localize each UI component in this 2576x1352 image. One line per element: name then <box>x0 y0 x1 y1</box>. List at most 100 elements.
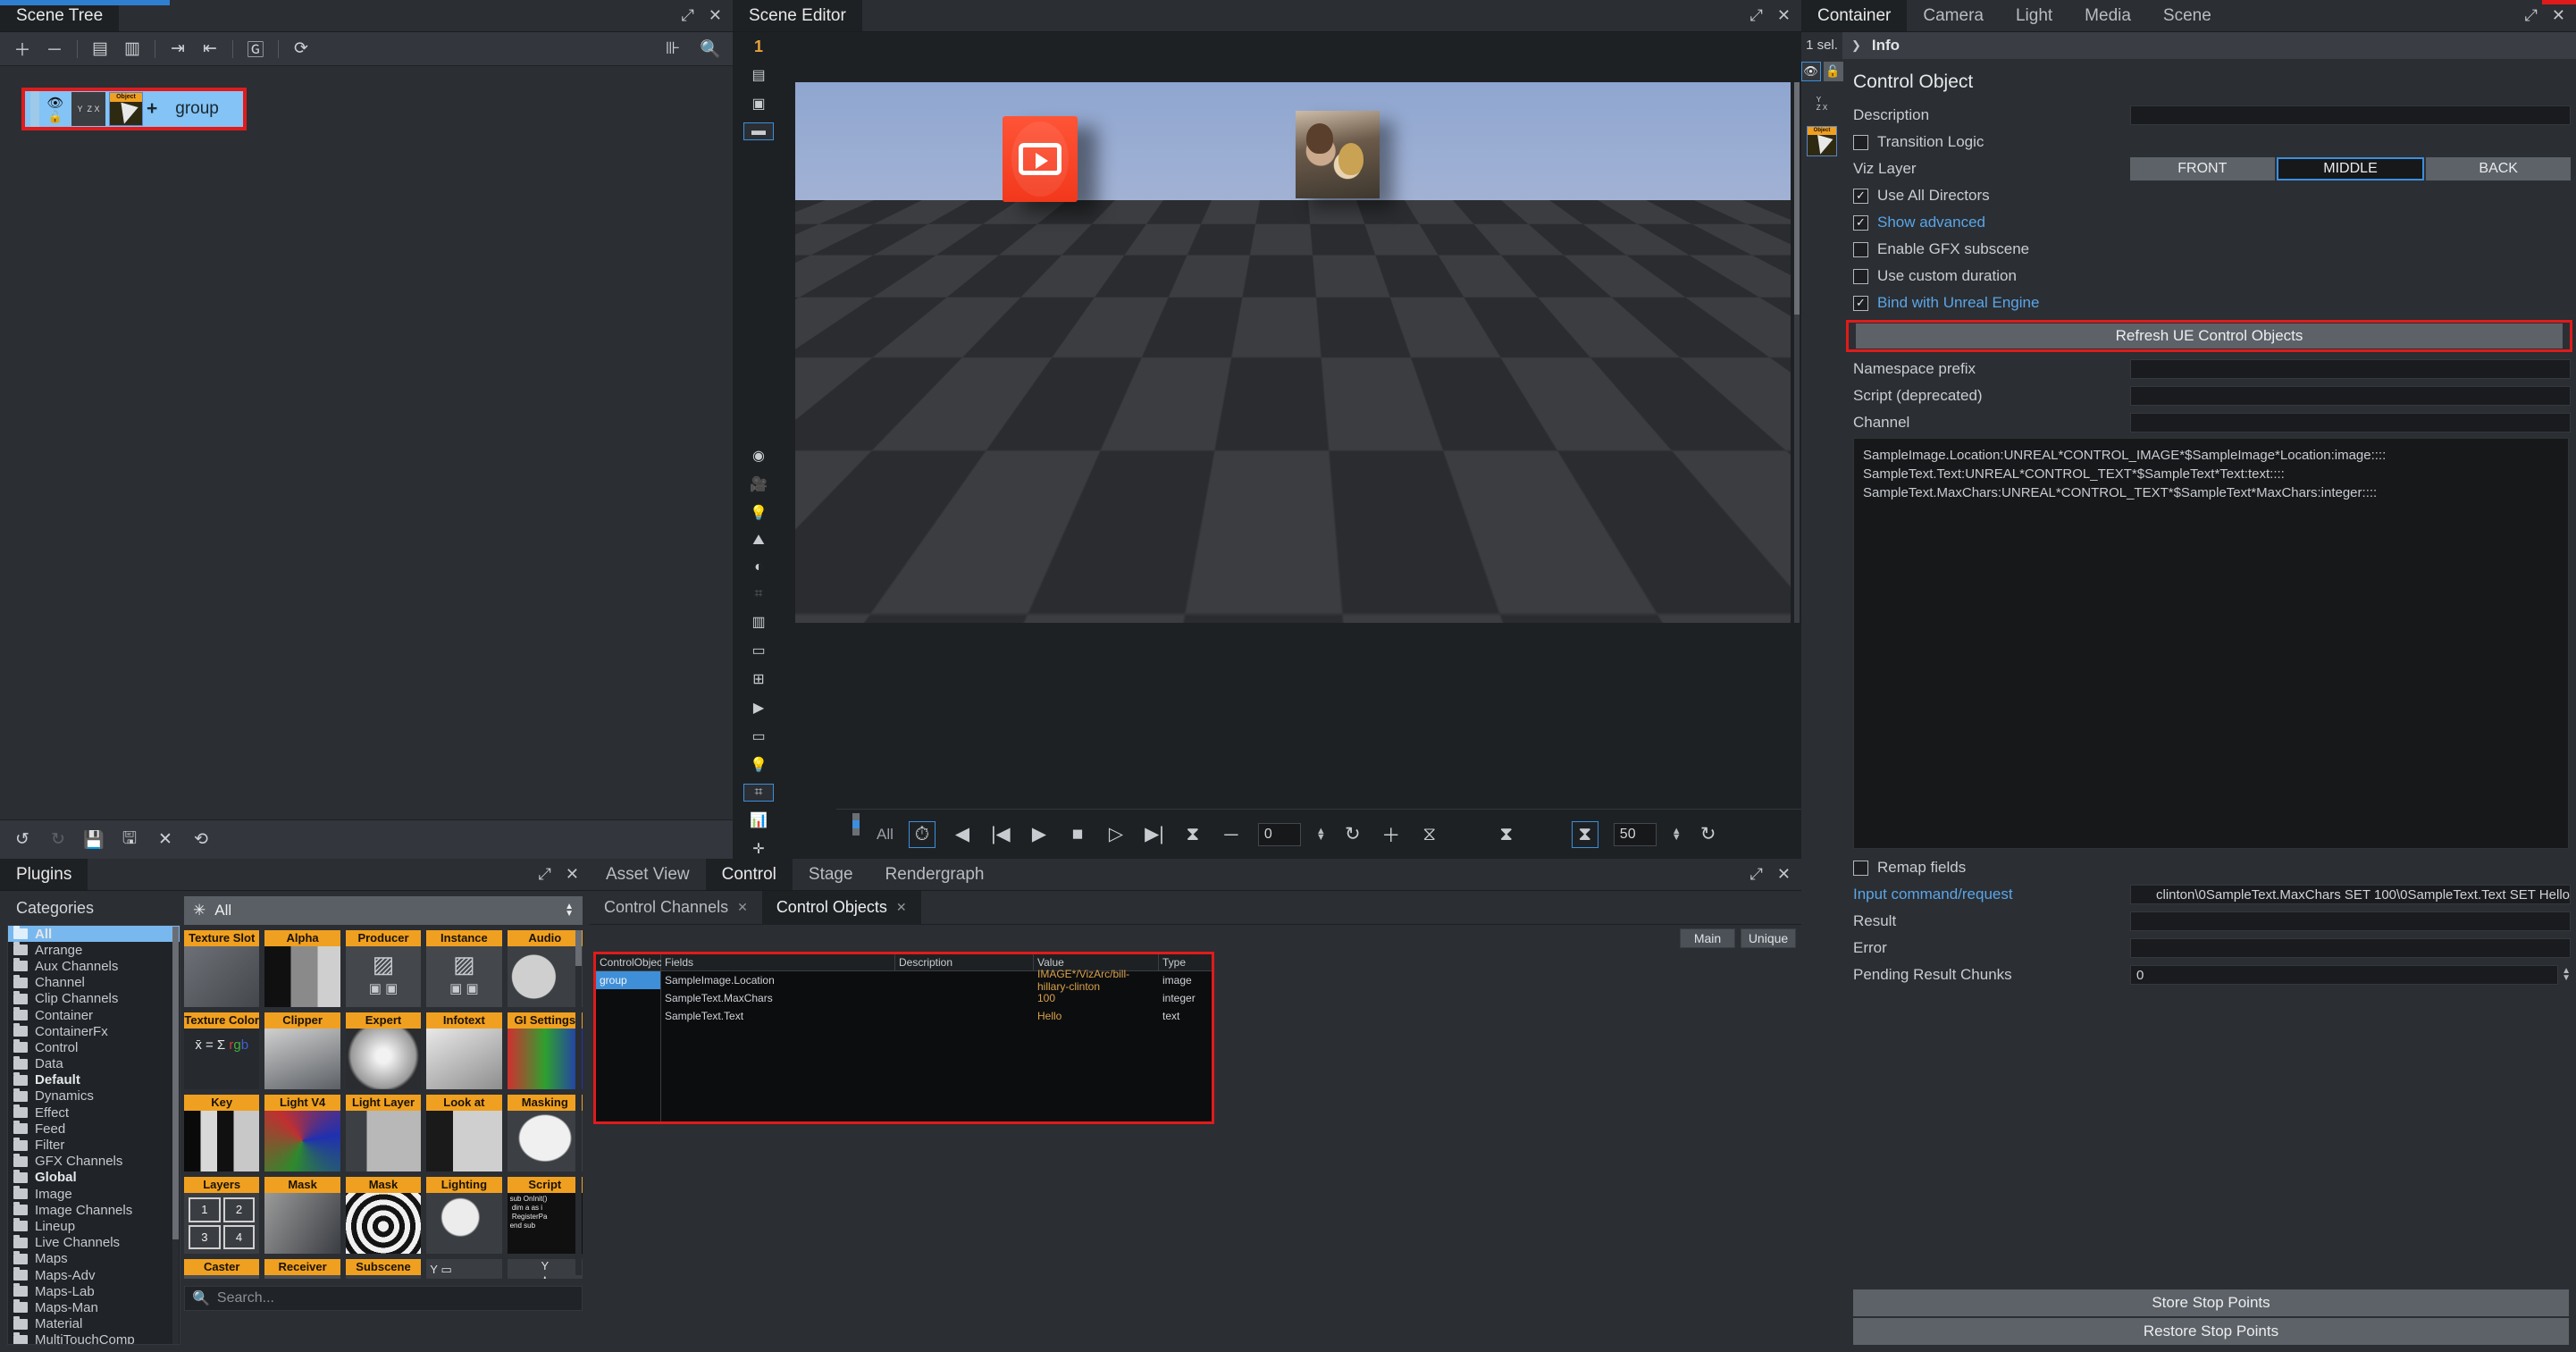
maximize-icon[interactable]: ⤢ <box>1750 865 1763 884</box>
tree-expand-icon[interactable]: + <box>147 98 157 120</box>
error-input[interactable] <box>2130 938 2571 958</box>
category-item[interactable]: Clip Channels <box>8 990 180 1007</box>
plugin-search-row[interactable]: 🔍 Search... <box>184 1286 583 1311</box>
viz-layer-back[interactable]: BACK <box>2426 157 2572 181</box>
redo-icon[interactable]: ↻ <box>48 830 68 850</box>
script-input[interactable] <box>2130 386 2571 406</box>
table-row[interactable]: SampleImage.Location IMAGE*/VizArc/bill-h… <box>661 968 1212 993</box>
close-icon[interactable]: ✕ <box>155 830 175 850</box>
category-item[interactable]: Image <box>8 1186 180 1202</box>
category-item[interactable]: Maps-Man <box>8 1299 180 1315</box>
plugin-tile[interactable]: Light V4 <box>264 1095 340 1171</box>
field-icon[interactable]: ▭ <box>743 641 774 660</box>
namespace-prefix-input[interactable] <box>2130 359 2571 379</box>
dropdown-icon[interactable]: ▬ <box>743 122 774 140</box>
enable-gfx-subscene-checkbox[interactable] <box>1853 241 1868 257</box>
category-item[interactable]: Lineup <box>8 1218 180 1234</box>
transition-logic-row[interactable]: Transition Logic <box>1842 129 2576 155</box>
focus-icon[interactable]: ◉ <box>743 446 774 466</box>
plugin-tile[interactable]: Caster <box>184 1259 260 1279</box>
plugin-tile[interactable]: Lighting <box>426 1177 502 1254</box>
category-item[interactable]: Channel <box>8 974 180 991</box>
plugin-tile[interactable]: Script sub OnInit() dim a as i RegisterPa… <box>507 1177 583 1254</box>
step-back-icon[interactable]: |◀ <box>989 823 1012 846</box>
step-forward-icon[interactable]: ▷ <box>1104 823 1128 846</box>
table-row[interactable]: SampleText.MaxChars 100 integer <box>661 989 1212 1007</box>
plugin-tile[interactable]: Instance ▨ ▣ ▣ <box>426 930 502 1007</box>
category-item[interactable]: Aux Channels <box>8 958 180 974</box>
close-icon[interactable]: ✕ <box>709 6 722 25</box>
category-item[interactable]: Arrange <box>8 942 180 958</box>
bind-unreal-engine-row[interactable]: ✓ Bind with Unreal Engine <box>1842 290 2576 316</box>
category-item[interactable]: Maps-Lab <box>8 1283 180 1299</box>
loop2-icon[interactable]: ↻ <box>1697 823 1720 846</box>
plugin-categories-list[interactable]: All Arrange Aux Channels Channel Clip Channe… <box>7 925 180 1345</box>
category-item[interactable]: GFX Channels <box>8 1153 180 1170</box>
plugin-tile[interactable]: Audio <box>507 930 583 1007</box>
main-button[interactable]: Main <box>1680 928 1735 948</box>
subtab-control-objects[interactable]: Control Objects ✕ <box>761 891 921 924</box>
tab-container[interactable]: Container <box>1801 0 1908 31</box>
channel-input[interactable] <box>2130 413 2571 432</box>
viz-layer-middle[interactable]: MIDDLE <box>2276 157 2425 181</box>
tree-item-group[interactable]: 👁 🔓 Y Z X Object + group <box>25 91 243 127</box>
play-reverse-icon[interactable]: ◀ <box>951 823 974 846</box>
close-icon[interactable]: ✕ <box>2552 6 2565 25</box>
save-icon[interactable]: 💾 <box>83 830 105 850</box>
category-item[interactable]: Filter <box>8 1137 180 1153</box>
plugin-tile[interactable]: Alpha <box>264 930 340 1007</box>
eye-icon[interactable]: 👁 🔓 <box>43 92 68 126</box>
layout-icon[interactable]: ▤ <box>743 65 774 85</box>
plugin-tile[interactable]: Y⋏ZX <box>507 1259 583 1279</box>
unlock-icon[interactable]: 🔓 <box>1823 62 1843 81</box>
rect-icon[interactable]: ▭ <box>743 726 774 746</box>
jump-end-icon[interactable]: ▶| <box>1143 823 1166 846</box>
category-item[interactable]: Material <box>8 1315 180 1332</box>
chart-icon[interactable]: ⊪ <box>663 39 683 59</box>
tab-control[interactable]: Control <box>705 859 793 890</box>
category-item[interactable]: Image Channels <box>8 1202 180 1218</box>
safe-area-icon[interactable]: ⌗ <box>743 784 774 802</box>
control-object-row-group[interactable]: group <box>596 971 660 989</box>
category-item[interactable]: Default <box>8 1071 180 1088</box>
close-icon[interactable]: ✕ <box>1777 865 1791 884</box>
indent-right-icon[interactable]: ⇥ <box>168 39 188 59</box>
add-field-icon[interactable]: ⊞ <box>743 669 774 689</box>
timeline-start-value[interactable]: 0 <box>1257 822 1301 846</box>
info-bar-icon[interactable]: ▣ <box>743 94 774 113</box>
pending-chunks-stepper[interactable]: ▲ ▼ <box>2562 967 2571 983</box>
group-icon[interactable]: 🄶 <box>246 39 265 60</box>
maximize-icon[interactable]: ⤢ <box>2525 6 2538 25</box>
search-icon[interactable]: 🔍 <box>700 39 721 59</box>
start-spinner[interactable]: ▲ ▼ <box>1316 826 1326 842</box>
table-row[interactable]: SampleText.Text Hello text <box>661 1007 1212 1025</box>
save-as-icon[interactable]: 🖫 <box>120 829 139 850</box>
remap-fields-row[interactable]: Remap fields <box>1842 854 2576 881</box>
chevron-right-icon[interactable]: ❯ <box>1851 38 1861 53</box>
camera-icon[interactable]: 🎥 <box>743 474 774 494</box>
category-item[interactable]: Effect <box>8 1104 180 1121</box>
category-item[interactable]: Maps <box>8 1250 180 1267</box>
tab-rendergraph[interactable]: Rendergraph <box>869 859 1001 890</box>
show-advanced-checkbox[interactable]: ✓ <box>1853 214 1868 231</box>
tab-plugins[interactable]: Plugins <box>0 859 88 890</box>
tab-stage[interactable]: Stage <box>793 859 869 890</box>
key-prev-icon[interactable]: ⧗ <box>1181 823 1204 846</box>
tab-media[interactable]: Media <box>2068 0 2147 31</box>
video-icon[interactable]: ▶ <box>743 698 774 718</box>
plugin-tile[interactable]: Infotext <box>426 1012 502 1089</box>
minus-icon[interactable]: － <box>45 39 64 60</box>
plugin-tile[interactable]: Mask <box>264 1177 340 1254</box>
enable-gfx-subscene-row[interactable]: Enable GFX subscene <box>1842 236 2576 263</box>
use-all-directors-row[interactable]: ✓ Use All Directors <box>1842 182 2576 209</box>
stats-icon[interactable]: 📊 <box>743 810 774 830</box>
tab-light[interactable]: Light <box>2000 0 2068 31</box>
show-advanced-row[interactable]: ✓ Show advanced <box>1842 209 2576 236</box>
plugin-filter-header[interactable]: ✳ All ▲ ▼ <box>184 896 583 925</box>
timeline-marker-icon[interactable] <box>852 813 860 836</box>
viewport-render[interactable]: Hello Hello <box>795 82 1791 623</box>
category-item[interactable]: Container <box>8 1007 180 1023</box>
category-item[interactable]: Live Channels <box>8 1234 180 1251</box>
end-spinner[interactable]: ▲ ▼ <box>1672 826 1682 842</box>
scene-icon[interactable]: ⛰ <box>743 532 774 550</box>
